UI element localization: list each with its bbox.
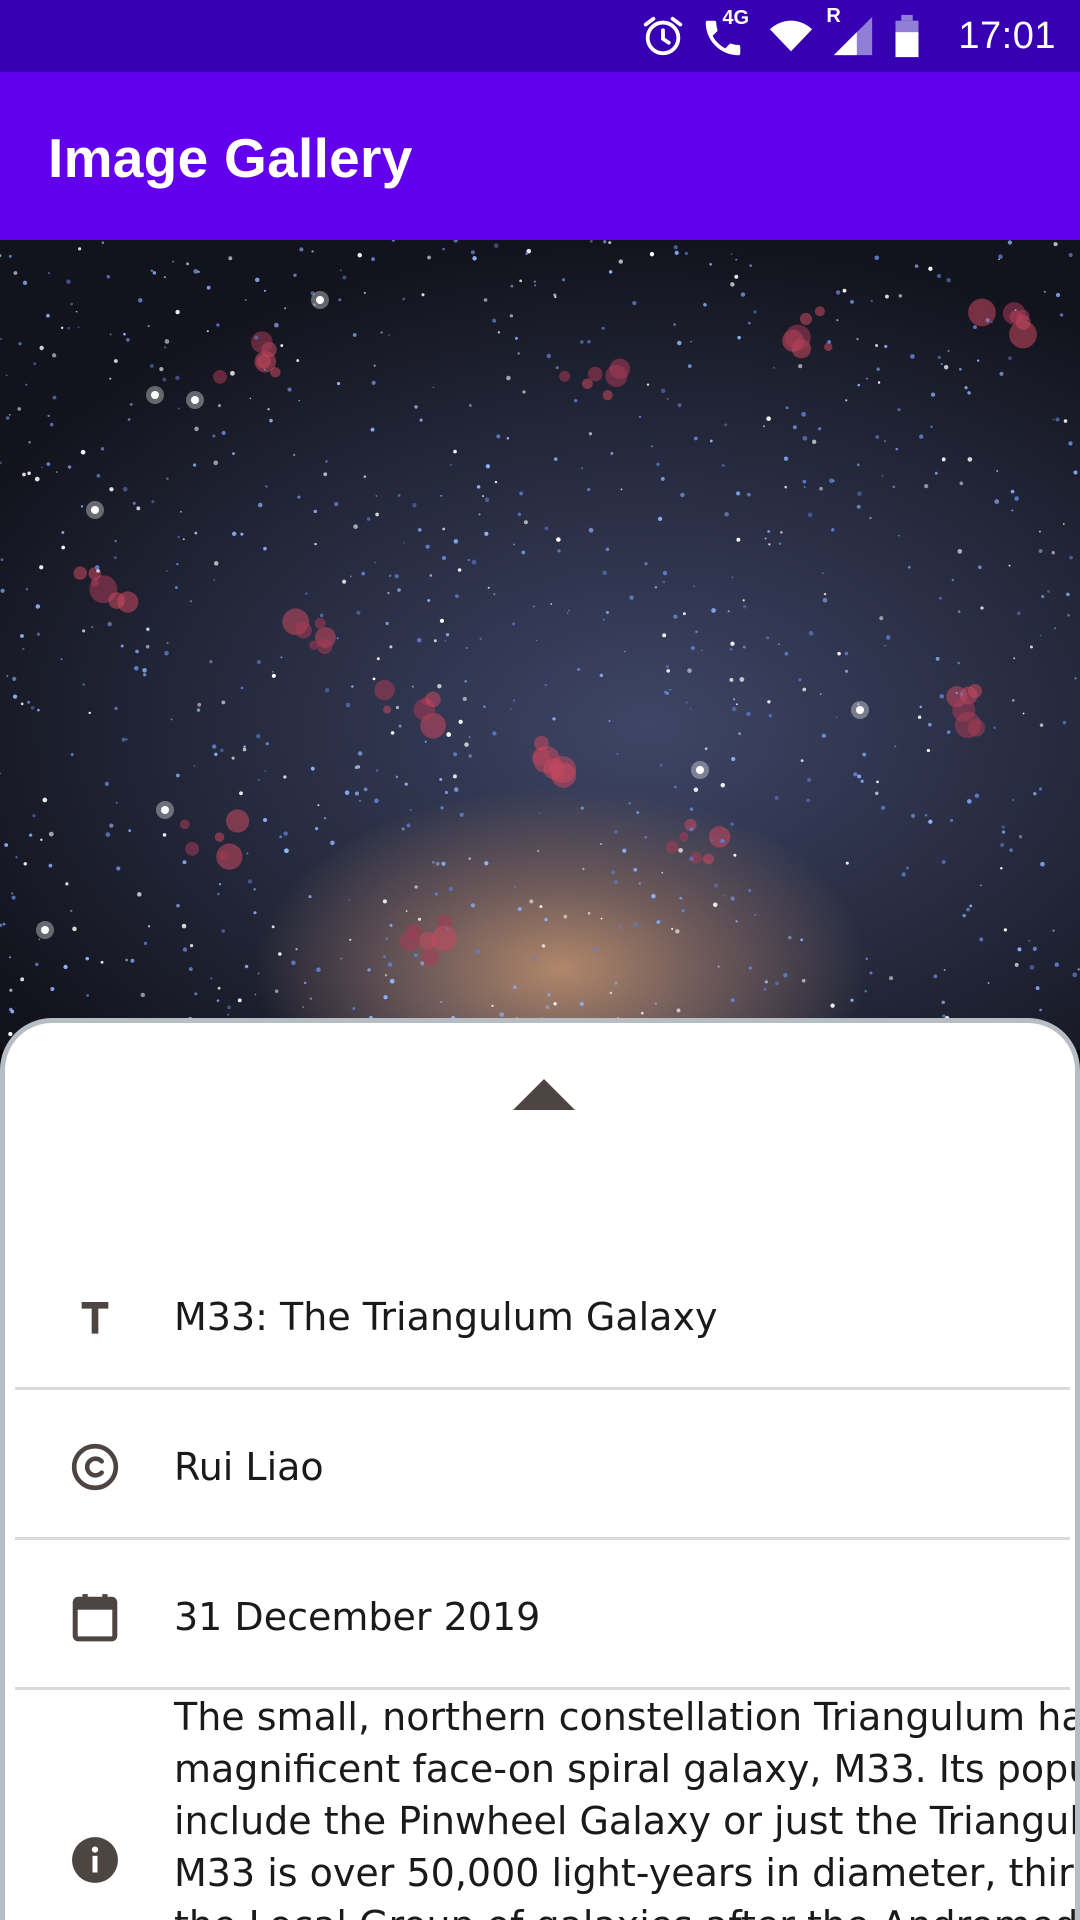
copyright-owner: Rui Liao [174,1445,324,1489]
network-type-label: 4G [722,7,750,29]
status-icons: 4G R 17:01 [640,0,1080,72]
app-title: Image Gallery [48,127,413,189]
calendar-icon [70,1592,120,1642]
info-icon [70,1835,120,1885]
title-icon [70,1292,120,1342]
description-line: include the Pinwheel Galaxy or just the … [174,1799,1080,1843]
divider [15,1687,1070,1690]
galaxy-photo[interactable] [0,240,1080,1050]
expand-up-icon[interactable] [513,1079,575,1110]
copyright-row: Rui Liao [15,1393,1070,1541]
starfield-image [0,240,1080,1050]
description-line: magnificent face-on spiral galaxy, M33. … [174,1747,1080,1791]
roaming-label: R [826,5,841,27]
description-line: The small, northern constellation Triang… [174,1695,1080,1739]
title-row: M33: The Triangulum Galaxy [15,1243,1070,1391]
signal-icon: R [826,5,876,59]
wifi-calling-icon: 4G [700,7,752,59]
battery-icon [890,13,924,59]
description-line: M33 is over 50,000 light-years in diamet… [174,1851,1080,1895]
screen: 4G R 17:01 Image Gallery M33: The Triang… [0,0,1080,1920]
app-bar: Image Gallery [0,72,1080,240]
image-title: M33: The Triangulum Galaxy [174,1295,718,1339]
divider [15,1537,1070,1540]
wifi-icon [766,13,816,59]
date-row: 31 December 2019 [15,1543,1070,1691]
image-description: The small, northern constellation Triang… [174,1691,1080,1920]
status-bar: 4G R 17:01 [0,0,1080,72]
alarm-icon [640,13,686,59]
description-row: The small, northern constellation Triang… [15,1691,1075,1920]
image-date: 31 December 2019 [174,1595,541,1639]
divider [15,1387,1070,1390]
copyright-icon [70,1442,120,1492]
description-line: the Local Group of galaxies after the An… [174,1899,1075,1920]
details-bottom-sheet[interactable]: M33: The Triangulum Galaxy Rui Liao 31 D… [0,1018,1080,1920]
status-time: 17:01 [958,14,1056,57]
